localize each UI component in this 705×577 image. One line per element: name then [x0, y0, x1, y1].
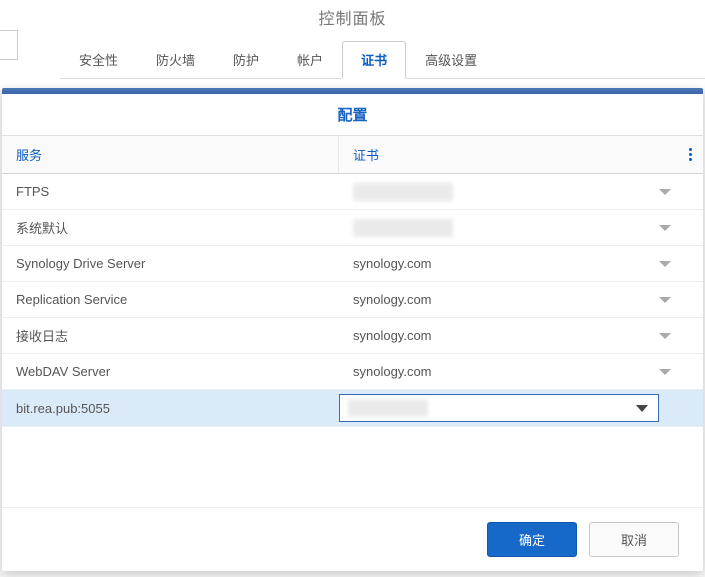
cert-value: synology.com: [339, 328, 659, 343]
corner-decoration: [0, 30, 18, 60]
table-row[interactable]: bit.rea.pub:5055: [2, 390, 703, 427]
chevron-down-icon: [659, 189, 671, 195]
cert-value: synology.com: [339, 256, 659, 271]
table-row[interactable]: 接收日志 synology.com: [2, 318, 703, 354]
cert-value-redacted: [353, 183, 453, 201]
tabs-bar: 安全性 防火墙 防护 帐户 证书 高级设置: [60, 41, 705, 79]
cert-cell[interactable]: [339, 179, 703, 205]
column-cert[interactable]: 证书: [339, 136, 677, 173]
tab-firewall[interactable]: 防火墙: [137, 41, 214, 78]
page-title: 控制面板: [0, 0, 705, 29]
service-name: 接收日志: [2, 318, 339, 353]
service-name: Replication Service: [2, 284, 339, 315]
service-name: 系统默认: [2, 210, 339, 245]
cert-value: synology.com: [339, 364, 659, 379]
service-name: Synology Drive Server: [2, 248, 339, 279]
modal-footer: 确定 取消: [2, 507, 703, 571]
tab-protection[interactable]: 防护: [214, 41, 278, 78]
chevron-down-icon: [636, 405, 648, 412]
tab-certificate[interactable]: 证书: [342, 41, 406, 79]
cert-cell: [339, 390, 703, 426]
services-table: 服务 证书 FTPS 系统默认: [2, 136, 703, 427]
ok-button[interactable]: 确定: [487, 522, 577, 557]
modal-backdrop: 配置 服务 证书 FTPS: [0, 88, 705, 577]
table-header: 服务 证书: [2, 136, 703, 174]
tab-account[interactable]: 帐户: [278, 41, 342, 78]
configure-modal: 配置 服务 证书 FTPS: [2, 88, 703, 571]
chevron-down-icon: [659, 297, 671, 303]
cert-cell[interactable]: synology.com: [339, 252, 703, 275]
cert-value-redacted: [348, 399, 428, 417]
chevron-down-icon: [659, 369, 671, 375]
chevron-down-icon: [659, 333, 671, 339]
chevron-down-icon: [659, 261, 671, 267]
cert-dropdown[interactable]: [339, 394, 659, 422]
cert-value: synology.com: [339, 292, 659, 307]
cert-cell[interactable]: synology.com: [339, 360, 703, 383]
cancel-button[interactable]: 取消: [589, 522, 679, 557]
cert-value-redacted: [353, 219, 453, 237]
service-name: WebDAV Server: [2, 356, 339, 387]
more-icon: [689, 148, 692, 161]
control-panel-header: 控制面板 安全性 防火墙 防护 帐户 证书 高级设置: [0, 0, 705, 90]
table-row[interactable]: Replication Service synology.com: [2, 282, 703, 318]
cert-cell[interactable]: synology.com: [339, 288, 703, 311]
modal-body: 服务 证书 FTPS 系统默认: [2, 136, 703, 507]
table-row[interactable]: FTPS: [2, 174, 703, 210]
chevron-down-icon: [659, 225, 671, 231]
column-menu-button[interactable]: [677, 136, 703, 173]
cert-cell[interactable]: [339, 215, 703, 241]
column-service[interactable]: 服务: [2, 136, 339, 173]
cert-cell[interactable]: synology.com: [339, 324, 703, 347]
table-row[interactable]: WebDAV Server synology.com: [2, 354, 703, 390]
service-name: FTPS: [2, 176, 339, 207]
tab-security[interactable]: 安全性: [60, 41, 137, 78]
modal-title: 配置: [2, 94, 703, 136]
table-row[interactable]: 系统默认: [2, 210, 703, 246]
tab-advanced[interactable]: 高级设置: [406, 41, 496, 78]
service-name: bit.rea.pub:5055: [2, 393, 339, 424]
table-row[interactable]: Synology Drive Server synology.com: [2, 246, 703, 282]
